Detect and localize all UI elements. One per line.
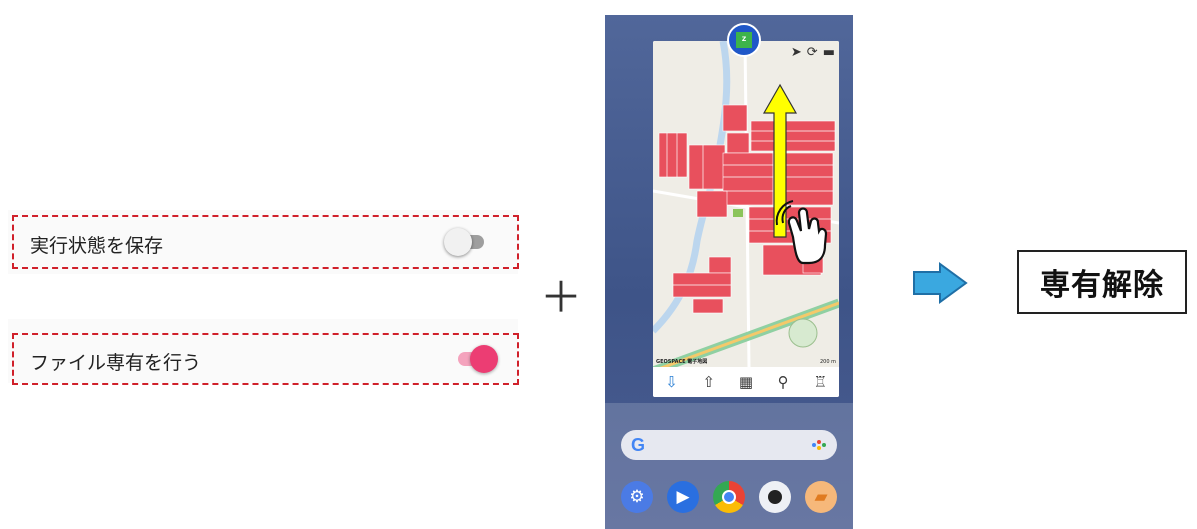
setting-label-file-lock: ファイル専有を行う bbox=[30, 352, 202, 374]
map-scale: 200 m bbox=[819, 359, 836, 365]
table-icon[interactable]: ▦ bbox=[733, 373, 759, 391]
google-search-bar[interactable]: G bbox=[621, 430, 837, 460]
map-attribution: GEOSPACE 電子地図 bbox=[656, 359, 708, 365]
arrow-right-icon bbox=[913, 262, 968, 304]
meet-icon[interactable]: ▶ bbox=[667, 481, 699, 513]
settings-icon[interactable]: ⚙ bbox=[621, 481, 653, 513]
navigation-arrow-icon[interactable]: ➤ bbox=[791, 45, 802, 60]
upload-icon[interactable]: ⇧ bbox=[696, 373, 722, 391]
car-icon[interactable]: ▬ bbox=[823, 45, 835, 60]
chrome-icon[interactable] bbox=[713, 481, 745, 513]
release-lock-label: 専有解除 bbox=[1040, 268, 1164, 303]
map-view[interactable]: ➤ ⟳ ▬ GEOSPACE 電子地図 200 m bbox=[653, 41, 839, 367]
app-icon-text: Z bbox=[736, 32, 752, 48]
google-logo: G bbox=[631, 435, 646, 455]
home-dock: G ⚙ ▶ ▰ bbox=[605, 403, 853, 529]
paint-roller-icon[interactable]: ♖ bbox=[807, 373, 833, 391]
search-icon[interactable]: ⚲ bbox=[770, 373, 796, 391]
setting-label-save-state: 実行状態を保存 bbox=[30, 235, 164, 257]
save-state-toggle[interactable] bbox=[444, 228, 488, 256]
file-lock-toggle[interactable] bbox=[454, 345, 498, 373]
release-lock-box: 専有解除 bbox=[1017, 250, 1187, 314]
map-graphic bbox=[653, 41, 839, 367]
sync-icon[interactable]: ⟳ bbox=[807, 45, 818, 60]
camera-icon[interactable] bbox=[759, 481, 791, 513]
phone-recents-screen: ➤ ⟳ ▬ GEOSPACE 電子地図 200 m ⇩ ⇧ ▦ ⚲ ♖ Z G bbox=[605, 15, 853, 529]
app-icon[interactable]: Z bbox=[727, 23, 761, 57]
app-toolbar: ⇩ ⇧ ▦ ⚲ ♖ bbox=[653, 367, 839, 397]
plus-sign: ＋ bbox=[540, 273, 583, 322]
app-recent-card[interactable]: ➤ ⟳ ▬ GEOSPACE 電子地図 200 m ⇩ ⇧ ▦ ⚲ ♖ bbox=[653, 41, 839, 397]
setting-row-save-state[interactable]: 実行状態を保存 bbox=[8, 210, 519, 274]
download-icon[interactable]: ⇩ bbox=[659, 373, 685, 391]
setting-row-file-lock[interactable]: ファイル専有を行う bbox=[8, 319, 519, 385]
files-icon[interactable]: ▰ bbox=[805, 481, 837, 513]
assistant-icon[interactable] bbox=[812, 439, 826, 451]
